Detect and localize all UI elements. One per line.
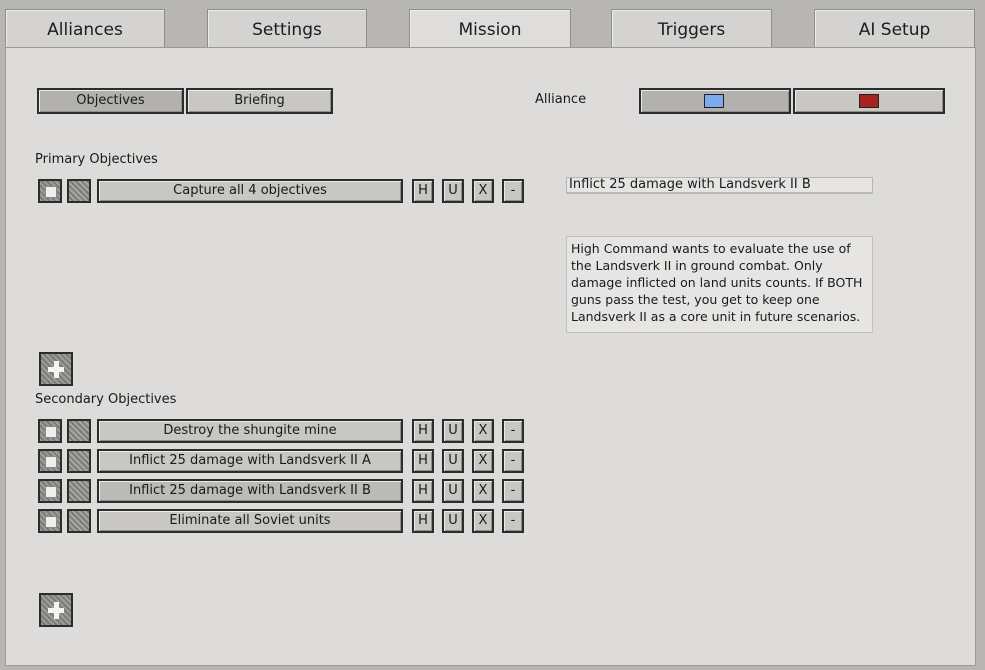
unhidden-toggle-button[interactable]: U bbox=[442, 449, 464, 473]
tab-alliances[interactable]: Alliances bbox=[5, 9, 165, 48]
objective-checkbox[interactable] bbox=[38, 179, 62, 203]
objective-label-button[interactable]: Destroy the shungite mine bbox=[97, 419, 403, 443]
minus-objective-button[interactable]: - bbox=[502, 509, 524, 533]
tab-mission[interactable]: Mission bbox=[409, 9, 571, 48]
objective-checkbox[interactable] bbox=[38, 479, 62, 503]
hidden-toggle-button[interactable]: H bbox=[412, 479, 434, 503]
delete-objective-button[interactable]: X bbox=[472, 449, 494, 473]
alliance-red-button[interactable] bbox=[793, 88, 945, 114]
unhidden-toggle-button[interactable]: U bbox=[442, 179, 464, 203]
objective-title-field[interactable]: Inflict 25 damage with Landsverk II B bbox=[566, 177, 873, 194]
minus-objective-button[interactable]: - bbox=[502, 449, 524, 473]
objective-label-button[interactable]: Inflict 25 damage with Landsverk II A bbox=[97, 449, 403, 473]
minus-objective-button[interactable]: - bbox=[502, 419, 524, 443]
objective-selector[interactable] bbox=[67, 479, 91, 503]
objective-label-button[interactable]: Capture all 4 objectives bbox=[97, 179, 403, 203]
delete-objective-button[interactable]: X bbox=[472, 419, 494, 443]
add-primary-objective-button[interactable] bbox=[39, 352, 73, 386]
secondary-objectives-heading: Secondary Objectives bbox=[35, 392, 177, 407]
unhidden-toggle-button[interactable]: U bbox=[442, 419, 464, 443]
alliance-red-swatch bbox=[859, 94, 879, 108]
primary-objectives-heading: Primary Objectives bbox=[35, 152, 158, 167]
delete-objective-button[interactable]: X bbox=[472, 179, 494, 203]
hidden-toggle-button[interactable]: H bbox=[412, 449, 434, 473]
mission-panel bbox=[5, 47, 976, 666]
add-secondary-objective-button[interactable] bbox=[39, 593, 73, 627]
alliance-blue-swatch bbox=[704, 94, 724, 108]
alliance-blue-button[interactable] bbox=[639, 88, 791, 114]
delete-objective-button[interactable]: X bbox=[472, 509, 494, 533]
unhidden-toggle-button[interactable]: U bbox=[442, 479, 464, 503]
hidden-toggle-button[interactable]: H bbox=[412, 179, 434, 203]
hidden-toggle-button[interactable]: H bbox=[412, 509, 434, 533]
objective-selector[interactable] bbox=[67, 449, 91, 473]
objectives-tab-button[interactable]: Objectives bbox=[37, 88, 184, 114]
objective-label-button[interactable]: Inflict 25 damage with Landsverk II B bbox=[97, 479, 403, 503]
objective-selector[interactable] bbox=[67, 179, 91, 203]
tab-ai-setup[interactable]: AI Setup bbox=[814, 9, 975, 48]
hidden-toggle-button[interactable]: H bbox=[412, 419, 434, 443]
minus-objective-button[interactable]: - bbox=[502, 479, 524, 503]
objective-selector[interactable] bbox=[67, 419, 91, 443]
objective-selector[interactable] bbox=[67, 509, 91, 533]
delete-objective-button[interactable]: X bbox=[472, 479, 494, 503]
unhidden-toggle-button[interactable]: U bbox=[442, 509, 464, 533]
minus-objective-button[interactable]: - bbox=[502, 179, 524, 203]
objective-description-field[interactable]: High Command wants to evaluate the use o… bbox=[566, 236, 873, 333]
objective-checkbox[interactable] bbox=[38, 449, 62, 473]
objective-checkbox[interactable] bbox=[38, 419, 62, 443]
alliance-label: Alliance bbox=[535, 92, 587, 107]
objective-checkbox[interactable] bbox=[38, 509, 62, 533]
tab-settings[interactable]: Settings bbox=[207, 9, 367, 48]
tab-bar: Alliances Settings Mission Triggers AI S… bbox=[0, 0, 985, 48]
tab-triggers[interactable]: Triggers bbox=[611, 9, 772, 48]
objective-label-button[interactable]: Eliminate all Soviet units bbox=[97, 509, 403, 533]
briefing-tab-button[interactable]: Briefing bbox=[186, 88, 333, 114]
